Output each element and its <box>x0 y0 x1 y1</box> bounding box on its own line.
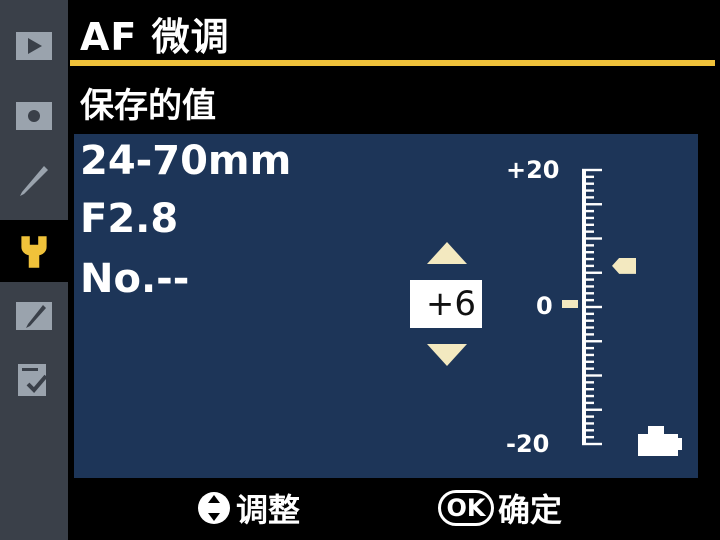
scale-tick <box>582 312 594 316</box>
scale-tick <box>582 298 594 302</box>
scale-tick <box>582 168 602 172</box>
scale-tick <box>582 435 594 439</box>
scale-tick <box>582 367 594 370</box>
scale-tick <box>582 230 594 233</box>
af-fine-tune-panel: 24-70mm F2.8 No.-- +6 +20 0 -20 <box>74 134 698 478</box>
scale-tick <box>582 353 594 357</box>
scale-tick <box>582 285 594 288</box>
ok-label: 确定 <box>498 491 563 529</box>
scale-tick <box>582 374 602 377</box>
ok-button-icon[interactable]: OK <box>438 490 494 526</box>
scale-tick <box>582 319 594 322</box>
scale-tick <box>582 203 602 206</box>
menu-sidebar <box>0 0 68 540</box>
scale-tick <box>582 216 594 220</box>
scale-tick <box>582 408 602 411</box>
scale-zero-label: 0 <box>536 292 553 320</box>
scale-max-label: +20 <box>506 156 560 184</box>
scale-tick <box>582 394 594 398</box>
scale-tick <box>582 182 594 185</box>
scale-tick <box>582 422 594 425</box>
title-divider <box>70 60 715 66</box>
playback-icon[interactable] <box>10 26 58 66</box>
section-title: 保存的值 <box>80 86 216 126</box>
fine-tune-scale <box>582 168 602 446</box>
shooting-icon[interactable] <box>10 96 58 136</box>
multi-selector-icon <box>198 492 230 524</box>
scale-tick <box>582 305 602 309</box>
ok-hint: OK 确定 <box>438 486 562 530</box>
scale-tick <box>582 175 594 179</box>
camera-body-icon <box>638 426 682 456</box>
lens-focal-length: 24-70mm <box>80 138 292 184</box>
scale-tick <box>582 333 594 336</box>
scale-tick <box>582 251 594 254</box>
my-menu-icon[interactable] <box>10 360 58 400</box>
saved-value-marker <box>612 257 636 274</box>
scale-tick <box>582 360 594 363</box>
lens-number: No.-- <box>80 256 190 302</box>
retouch-icon[interactable] <box>10 296 58 336</box>
scale-tick <box>582 271 602 274</box>
scale-tick <box>582 244 594 247</box>
scale-tick <box>582 189 594 192</box>
scale-tick <box>582 381 594 384</box>
setup-wrench-icon[interactable] <box>0 220 68 282</box>
increase-arrow-icon[interactable] <box>427 242 467 264</box>
scale-tick <box>582 264 594 268</box>
scale-tick <box>582 429 594 432</box>
scale-tick <box>582 401 594 405</box>
scale-tick <box>582 209 594 213</box>
scale-tick <box>582 340 602 343</box>
custom-settings-pencil-icon[interactable] <box>10 160 58 200</box>
zero-marker <box>562 300 578 308</box>
adjust-label: 调整 <box>236 491 301 529</box>
lens-aperture: F2.8 <box>80 196 179 242</box>
fine-tune-value[interactable]: +6 <box>410 280 482 328</box>
decrease-arrow-icon[interactable] <box>427 344 467 366</box>
scale-tick <box>582 326 594 329</box>
scale-tick <box>582 388 594 391</box>
scale-tick <box>582 415 594 418</box>
scale-tick <box>582 442 602 446</box>
scale-tick <box>582 196 594 199</box>
scale-tick <box>582 278 594 281</box>
scale-min-label: -20 <box>506 430 550 458</box>
adjust-hint: 调整 <box>196 486 300 530</box>
scale-tick <box>582 292 594 295</box>
page-title: AF 微调 <box>80 15 230 59</box>
scale-tick <box>582 223 594 226</box>
scale-tick <box>582 257 594 261</box>
scale-tick <box>582 237 602 240</box>
scale-tick <box>582 346 594 350</box>
